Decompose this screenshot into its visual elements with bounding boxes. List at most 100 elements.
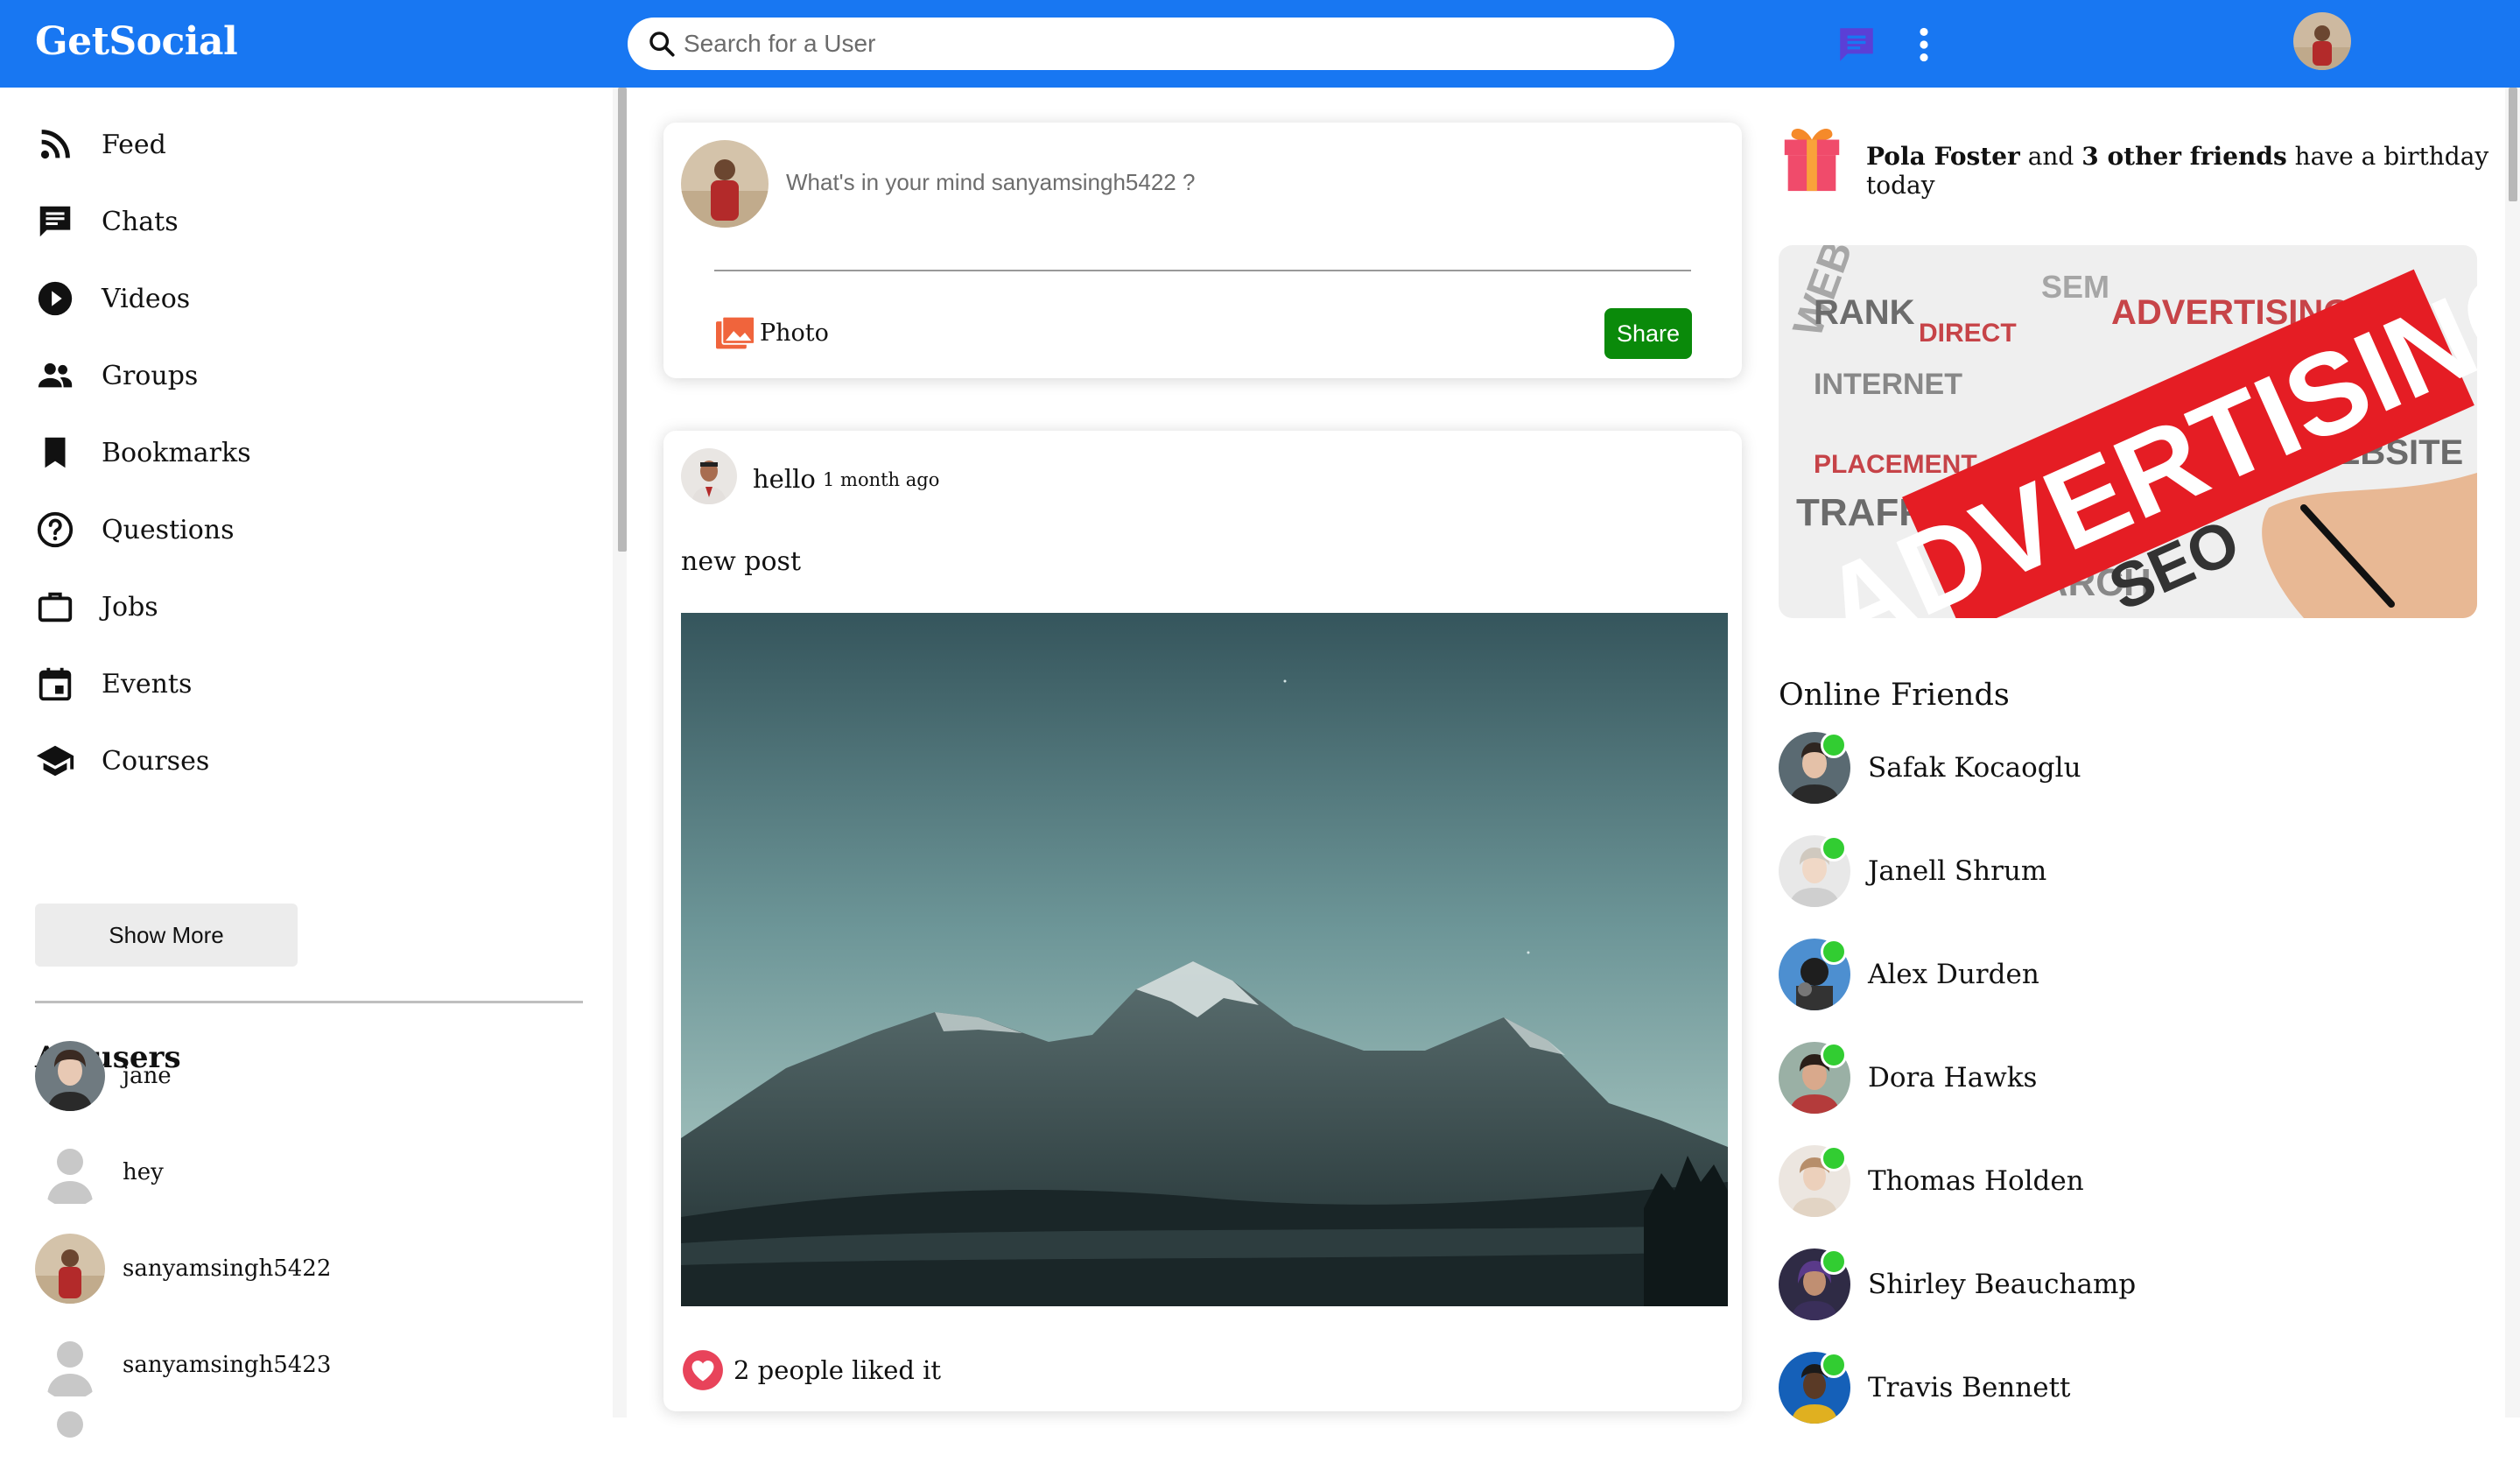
avatar: [681, 140, 769, 228]
post-image[interactable]: [681, 613, 1728, 1306]
show-more-button[interactable]: Show More: [35, 904, 298, 967]
app-logo[interactable]: GetSocial: [35, 19, 238, 64]
avatar: [1779, 1352, 1850, 1424]
birthday-name[interactable]: Pola Foster: [1866, 142, 2020, 171]
post-text: new post: [681, 546, 802, 577]
online-status-dot: [1821, 1042, 1847, 1068]
online-status-dot: [1821, 939, 1847, 965]
sidebar-item-questions[interactable]: Questions: [35, 503, 235, 556]
sidebar-scrollbar-thumb[interactable]: [618, 88, 627, 552]
online-status-dot: [1821, 835, 1847, 862]
briefcase-icon: [38, 592, 73, 622]
friend-list-item[interactable]: Janell Shrum: [1779, 835, 2046, 907]
online-status-dot: [1821, 1145, 1847, 1171]
user-list-item[interactable]: [35, 1400, 105, 1470]
sidebar-item-courses[interactable]: Courses: [35, 735, 209, 787]
friend-list-item[interactable]: Shirley Beauchamp: [1779, 1248, 2136, 1320]
avatar: [1779, 1248, 1850, 1320]
rss-icon: [40, 130, 70, 159]
sidebar-item-feed[interactable]: Feed: [35, 118, 166, 171]
user-list-item[interactable]: jane: [35, 1041, 172, 1111]
user-list-item[interactable]: sanyamsingh5423: [35, 1330, 331, 1400]
photo-label: Photo: [760, 319, 829, 347]
sidebar-item-videos[interactable]: Videos: [35, 272, 190, 325]
photo-option[interactable]: Photo: [714, 313, 829, 352]
heart-icon[interactable]: [681, 1348, 725, 1392]
share-button[interactable]: Share: [1604, 308, 1692, 359]
friend-list-item[interactable]: Dora Hawks: [1779, 1042, 2037, 1114]
left-sidebar: Feed Chats Videos Groups Bookmarks Quest…: [0, 88, 620, 1470]
divider: [35, 1001, 583, 1003]
search-input[interactable]: [682, 29, 1645, 59]
friend-name: Safak Kocaoglu: [1868, 752, 2081, 784]
sidebar-item-label: Jobs: [102, 591, 158, 622]
sidebar-item-label: Bookmarks: [102, 437, 251, 468]
svg-text:RANK: RANK: [1814, 293, 1915, 332]
gift-icon: [1784, 128, 1840, 192]
more-vert-icon[interactable]: [1908, 23, 1940, 67]
friend-list-item[interactable]: Safak Kocaoglu: [1779, 732, 2081, 804]
avatar: [35, 1234, 105, 1304]
birthday-others[interactable]: 3 other friends: [2081, 142, 2286, 171]
sidebar-item-label: Chats: [102, 206, 179, 237]
user-name: sanyamsingh5423: [123, 1352, 332, 1378]
avatar: [1779, 732, 1850, 804]
online-status-dot: [1821, 1352, 1847, 1378]
online-status-dot: [1821, 732, 1847, 758]
help-circle-icon: [37, 511, 74, 548]
divider: [714, 270, 1691, 271]
sidebar-item-groups[interactable]: Groups: [35, 349, 198, 402]
sidebar-item-label: Courses: [102, 745, 210, 777]
sidebar-item-label: Questions: [102, 514, 235, 545]
share-box: Photo Share: [663, 123, 1742, 378]
svg-text:SEM: SEM: [2041, 269, 2109, 305]
play-circle-icon: [38, 281, 73, 316]
friend-list-item[interactable]: Thomas Holden: [1779, 1145, 2084, 1217]
profile-avatar[interactable]: [2293, 12, 2351, 70]
svg-text:INTERNET: INTERNET: [1814, 368, 1962, 401]
sidebar-item-events[interactable]: Events: [35, 658, 192, 710]
user-name: sanyamsingh5422: [123, 1255, 332, 1282]
friend-list-item[interactable]: Travis Bennett: [1779, 1352, 2071, 1424]
page-scrollbar[interactable]: [2505, 88, 2520, 1417]
user-list-item[interactable]: hey: [35, 1137, 164, 1207]
sidebar-item-bookmarks[interactable]: Bookmarks: [35, 426, 251, 479]
photo-icon: [716, 315, 755, 349]
like-count: 2 people liked it: [734, 1355, 942, 1385]
calendar-icon: [39, 667, 72, 701]
friend-name: Alex Durden: [1868, 959, 2039, 990]
avatar: [1779, 939, 1850, 1010]
sidebar-item-label: Feed: [102, 129, 166, 160]
friend-name: Shirley Beauchamp: [1868, 1269, 2137, 1300]
chat-icon: [39, 206, 71, 237]
advertisement-banner[interactable]: WEB RANK DIRECT SEM ADVERTISING PLACEMEN…: [1779, 245, 2477, 618]
sidebar-item-label: Events: [102, 668, 193, 700]
friend-list-item[interactable]: Alex Durden: [1779, 939, 2039, 1010]
user-list-item[interactable]: sanyamsingh5422: [35, 1234, 331, 1304]
friend-name: Janell Shrum: [1868, 855, 2047, 887]
like-row: 2 people liked it: [681, 1348, 941, 1392]
friend-name: Travis Bennett: [1868, 1372, 2071, 1403]
bookmark-icon: [45, 437, 66, 468]
post-username[interactable]: hello: [753, 464, 816, 494]
birthday-notice: Pola Foster and 3 other friends have a b…: [1866, 142, 2520, 200]
avatar: [35, 1400, 105, 1470]
sidebar-item-label: Groups: [102, 360, 199, 391]
sidebar-item-chats[interactable]: Chats: [35, 195, 179, 248]
avatar: [35, 1330, 105, 1400]
search-bar[interactable]: [628, 18, 1674, 70]
svg-text:PLACEMENT: PLACEMENT: [1814, 450, 1977, 479]
online-friends-heading: Online Friends: [1779, 678, 2010, 713]
friend-name: Thomas Holden: [1868, 1165, 2084, 1197]
share-input[interactable]: [784, 168, 1660, 197]
avatar[interactable]: [681, 448, 737, 504]
search-icon: [649, 32, 675, 57]
avatar: [35, 1041, 105, 1111]
page-scrollbar-thumb[interactable]: [2509, 88, 2517, 201]
post-card: hello 1 month ago new post 2 people like…: [663, 431, 1742, 1411]
chat-icon[interactable]: [1835, 23, 1878, 67]
online-status-dot: [1821, 1248, 1847, 1275]
birthday-connector: and: [2019, 142, 2082, 171]
sidebar-item-jobs[interactable]: Jobs: [35, 580, 158, 633]
sidebar-item-label: Videos: [102, 283, 191, 314]
